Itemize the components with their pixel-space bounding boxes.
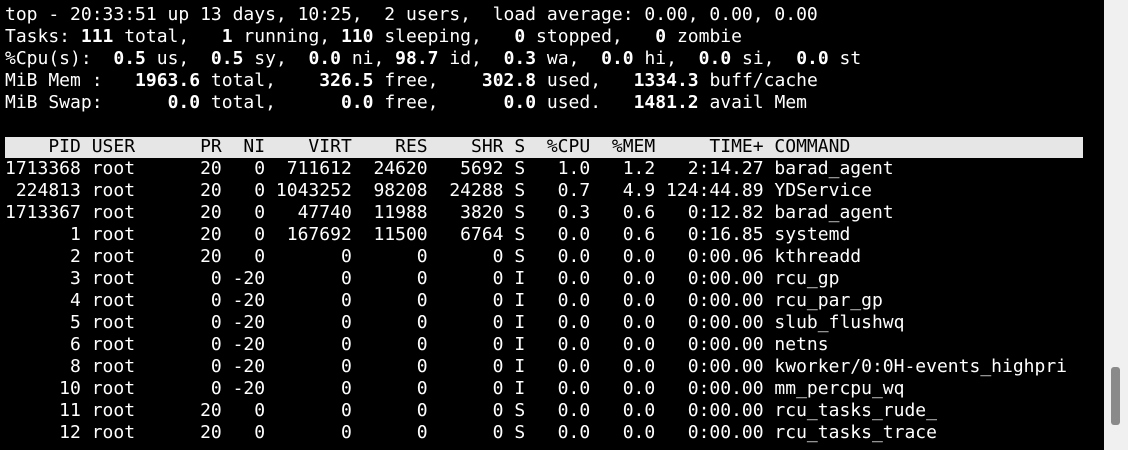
- swap-used-label: used.: [536, 92, 634, 113]
- mem-total: 1963.6: [135, 70, 201, 91]
- process-row: 1 root 20 0 167692 11500 6764 S 0.0 0.6 …: [5, 224, 851, 245]
- cpu-sy: 0.5: [210, 48, 244, 69]
- cpu-hi-label: hi,: [633, 48, 699, 69]
- process-row: 2 root 20 0 0 0 0 S 0.0 0.0 0:00.06 kthr…: [5, 246, 862, 267]
- cpu-ni: 0.0: [308, 48, 341, 69]
- process-row: 12 root 20 0 0 0 0 S 0.0 0.0 0:00.00 rcu…: [5, 422, 937, 443]
- mem-used: 302.8: [481, 70, 537, 91]
- mem-total-label: total,: [200, 70, 320, 91]
- tasks-zombie: 0: [655, 26, 667, 47]
- swap-free: 0.0: [340, 92, 374, 113]
- mem-used-label: used,: [536, 70, 634, 91]
- process-row: 8 root 0 -20 0 0 0 I 0.0 0.0 0:00.00 kwo…: [5, 356, 1068, 377]
- process-row: 6 root 0 -20 0 0 0 I 0.0 0.0 0:00.00 net…: [5, 334, 829, 355]
- tasks-sleeping-label: sleeping,: [373, 26, 515, 47]
- swap-label: MiB Swap:: [5, 92, 168, 113]
- tasks-total-label: total,: [113, 26, 222, 47]
- tasks-sleeping: 110: [340, 26, 374, 47]
- mem-label: MiB Mem :: [5, 70, 136, 91]
- column-header-row[interactable]: PID USER PR NI VIRT RES SHR S %CPU %MEM …: [5, 136, 850, 158]
- cpu-wa-label: wa,: [536, 48, 602, 69]
- tasks-line: Tasks: 111 total, 1 running, 110 sleepin…: [5, 26, 742, 48]
- tasks-stopped: 0: [514, 26, 526, 47]
- mem-buff-cache: 1334.3: [633, 70, 699, 91]
- cpu-wa: 0.3: [503, 48, 537, 69]
- cpu-us: 0.5: [113, 48, 146, 69]
- cpu-id: 98.7: [395, 48, 439, 69]
- tasks-label: Tasks:: [5, 26, 81, 47]
- cpu-si: 0.0: [698, 48, 732, 69]
- tasks-running: 1: [221, 26, 233, 47]
- mem-buff-cache-label: buff/cache: [698, 70, 818, 91]
- terminal-window[interactable]: top - 20:33:51 up 13 days, 10:25, 2 user…: [0, 0, 1104, 450]
- cpu-st-label: st: [828, 48, 862, 69]
- process-row: 5 root 0 -20 0 0 0 I 0.0 0.0 0:00.00 slu…: [5, 312, 905, 333]
- uptime-load-line: top - 20:33:51 up 13 days, 10:25, 2 user…: [5, 4, 818, 25]
- process-row: 11 root 20 0 0 0 0 S 0.0 0.0 0:00.00 rcu…: [5, 400, 937, 421]
- swap-total-label: total,: [200, 92, 341, 113]
- swap-used: 0.0: [503, 92, 537, 113]
- process-row: 3 root 0 -20 0 0 0 I 0.0 0.0 0:00.00 rcu…: [5, 268, 840, 289]
- swap-avail-label: avail Mem: [698, 92, 807, 113]
- process-row: 224813 root 20 0 1043252 98208 24288 S 0…: [5, 180, 872, 201]
- tasks-zombie-label: zombie: [666, 26, 742, 47]
- tasks-stopped-label: stopped,: [525, 26, 656, 47]
- tasks-total: 111: [80, 26, 114, 47]
- cpu-label: %Cpu(s):: [5, 48, 114, 69]
- cpu-ni-label: ni,: [340, 48, 396, 69]
- cpu-us-label: us,: [145, 48, 211, 69]
- process-row: 1713367 root 20 0 47740 11988 3820 S 0.3…: [5, 202, 894, 223]
- mem-free-label: free,: [373, 70, 482, 91]
- cpu-si-label: si,: [731, 48, 797, 69]
- swap-free-label: free,: [373, 92, 504, 113]
- process-row: 1713368 root 20 0 711612 24620 5692 S 1.…: [5, 158, 894, 179]
- swap-line: MiB Swap: 0.0 total, 0.0 free, 0.0 used.…: [5, 92, 807, 114]
- swap-total: 0.0: [167, 92, 201, 113]
- mem-free: 326.5: [319, 70, 374, 91]
- vertical-scrollbar[interactable]: [1104, 0, 1128, 450]
- swap-avail: 1481.2: [633, 92, 699, 113]
- process-row: 4 root 0 -20 0 0 0 I 0.0 0.0 0:00.00 rcu…: [5, 290, 883, 311]
- cpu-id-label: id,: [438, 48, 504, 69]
- cpu-st: 0.0: [796, 48, 829, 69]
- cpu-sy-label: sy,: [243, 48, 309, 69]
- mem-line: MiB Mem : 1963.6 total, 326.5 free, 302.…: [5, 70, 818, 92]
- scrollbar-thumb[interactable]: [1111, 367, 1120, 425]
- cpu-hi: 0.0: [601, 48, 634, 69]
- tasks-running-label: running,: [232, 26, 341, 47]
- process-row: 10 root 0 -20 0 0 0 I 0.0 0.0 0:00.00 mm…: [5, 378, 905, 399]
- cpu-line: %Cpu(s): 0.5 us, 0.5 sy, 0.0 ni, 98.7 id…: [5, 48, 861, 70]
